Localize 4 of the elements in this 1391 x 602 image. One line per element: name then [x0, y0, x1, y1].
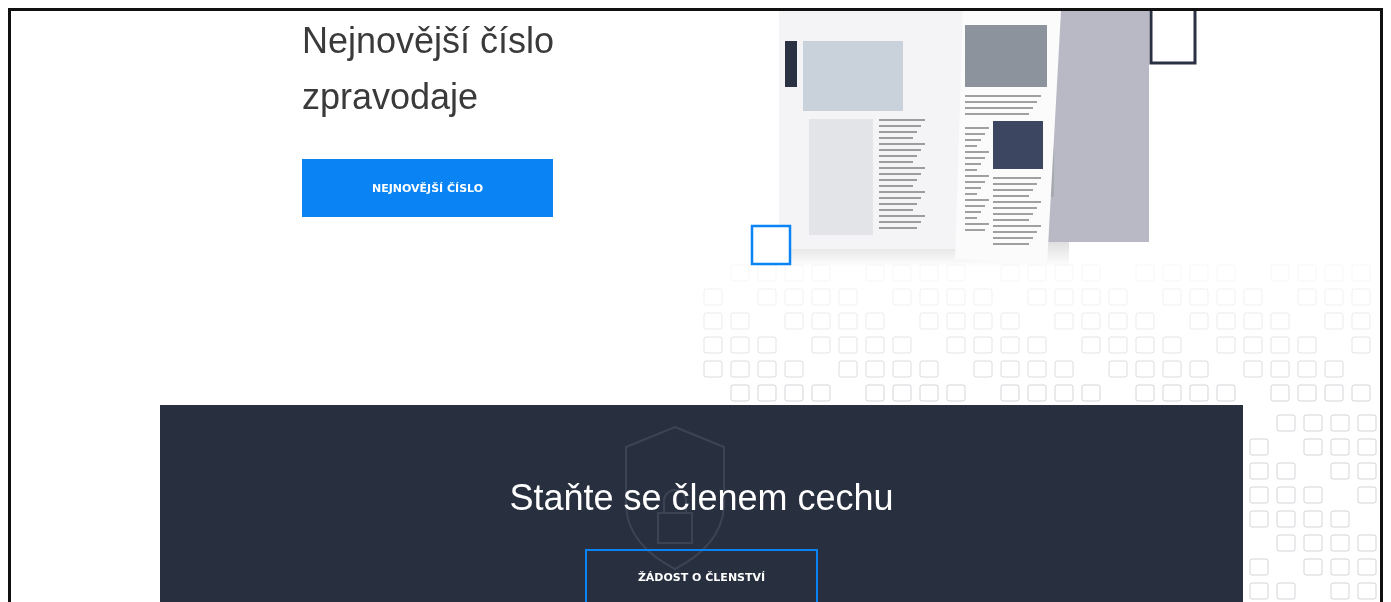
- latest-issue-button[interactable]: NEJNOVĚJŠÍ ČÍSLO: [302, 159, 553, 217]
- newsletter-heading: Nejnovější číslo zpravodaje: [302, 19, 555, 119]
- membership-request-button[interactable]: ŽÁDOST O ČLENSTVÍ: [585, 549, 818, 602]
- membership-heading: Staňte se členem cechu: [509, 477, 894, 519]
